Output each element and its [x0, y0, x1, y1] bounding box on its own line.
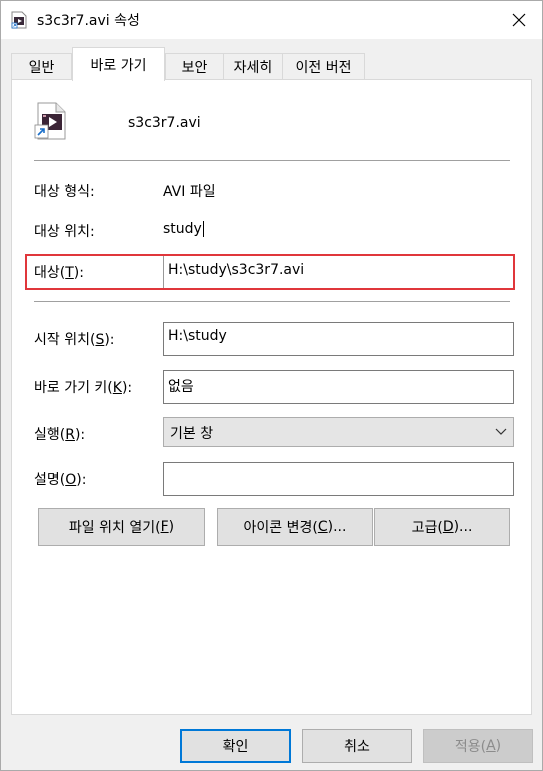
- button-text: ): [168, 519, 175, 535]
- label-text: 바로 가기 키(: [34, 380, 113, 396]
- shortcut-key-label: 바로 가기 키(K):: [34, 377, 132, 397]
- ok-button[interactable]: 확인: [180, 729, 291, 763]
- target-label: 대상(T):: [34, 262, 84, 282]
- file-name: s3c3r7.avi: [128, 115, 201, 131]
- video-file-icon: [11, 11, 27, 29]
- open-file-location-button[interactable]: 파일 위치 열기(F): [38, 508, 205, 546]
- run-select[interactable]: 기본 창: [163, 417, 514, 447]
- tab-shortcut[interactable]: 바로 가기: [72, 47, 165, 81]
- start-in-input[interactable]: H:\study: [163, 322, 514, 356]
- title-bar: s3c3r7.avi 속성: [1, 1, 542, 39]
- tab-previous-versions[interactable]: 이전 버전: [282, 53, 365, 80]
- button-text: )...: [327, 519, 347, 535]
- properties-dialog: s3c3r7.avi 속성 일반 바로 가기 보안 자세히 이전 버전 s3c3…: [0, 0, 543, 771]
- button-text: )...: [453, 519, 473, 535]
- video-shortcut-icon: [34, 102, 66, 140]
- divider: [34, 301, 510, 302]
- button-text: ): [495, 738, 502, 754]
- advanced-button[interactable]: 고급(D)...: [374, 508, 510, 546]
- access-key: R: [65, 427, 75, 443]
- label-text: ):: [76, 472, 87, 488]
- close-icon: [512, 13, 526, 27]
- access-key: F: [160, 519, 169, 535]
- button-text: 고급(: [411, 520, 443, 536]
- target-location-label: 대상 위치:: [34, 224, 95, 240]
- button-text: 파일 위치 열기(: [68, 520, 161, 536]
- cancel-button[interactable]: 취소: [302, 729, 412, 763]
- access-key: O: [65, 472, 77, 488]
- button-text: 아이콘 변경(: [243, 520, 318, 536]
- button-text: 적용(: [454, 739, 487, 755]
- apply-button[interactable]: 적용(A): [423, 729, 533, 763]
- label-text: ):: [121, 380, 133, 396]
- close-button[interactable]: [496, 1, 542, 39]
- access-key: K: [112, 380, 122, 396]
- target-location-text: study: [163, 221, 202, 237]
- label-text: ):: [104, 332, 115, 348]
- access-key: D: [442, 519, 454, 535]
- tab-label: 이전 버전: [295, 60, 352, 76]
- chevron-down-icon: [495, 428, 507, 435]
- access-key: T: [65, 265, 74, 281]
- start-in-label: 시작 위치(S):: [34, 329, 115, 349]
- label-text: 대상(: [34, 265, 66, 281]
- divider: [34, 160, 510, 161]
- comment-label: 설명(O):: [34, 469, 86, 489]
- tab-label: 바로 가기: [90, 57, 147, 74]
- label-text: ):: [74, 427, 86, 443]
- text-cursor: [202, 221, 204, 237]
- tab-label: 보안: [181, 60, 208, 76]
- shortcut-panel: s3c3r7.avi 대상 형식: AVI 파일 대상 위치: study 대상…: [11, 79, 532, 715]
- target-location-value: study: [163, 221, 204, 237]
- target-input[interactable]: H:\study\s3c3r7.avi: [163, 256, 512, 288]
- shortcut-key-input[interactable]: 없음: [163, 370, 514, 404]
- access-key: A: [486, 738, 496, 754]
- access-key: S: [95, 332, 105, 348]
- tab-label: 자세히: [233, 60, 273, 76]
- run-selected-value: 기본 창: [170, 426, 214, 442]
- comment-input[interactable]: [163, 462, 514, 496]
- tab-general[interactable]: 일반: [11, 53, 72, 80]
- tab-security[interactable]: 보안: [165, 53, 224, 80]
- label-text: 시작 위치(: [34, 332, 96, 348]
- access-key: C: [317, 519, 328, 535]
- label-text: 설명(: [34, 472, 66, 488]
- change-icon-button[interactable]: 아이콘 변경(C)...: [217, 508, 373, 546]
- target-type-label: 대상 형식:: [34, 184, 95, 200]
- tab-label: 일반: [28, 60, 55, 76]
- tab-details[interactable]: 자세히: [223, 53, 283, 80]
- run-label: 실행(R):: [34, 424, 85, 444]
- window-title: s3c3r7.avi 속성: [37, 13, 140, 29]
- target-type-value: AVI 파일: [163, 184, 216, 200]
- label-text: 실행(: [34, 427, 66, 443]
- label-text: ):: [73, 265, 84, 281]
